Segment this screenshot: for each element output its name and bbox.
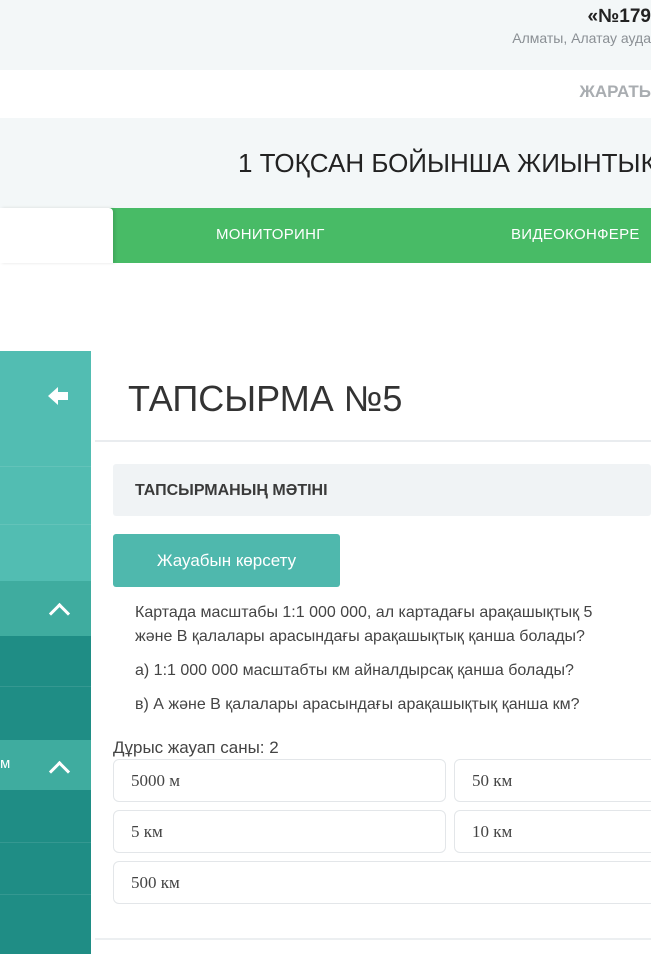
show-answer-button[interactable]: Жауабын көрсету	[113, 534, 340, 587]
question-line-2: және В қалалары арасындағы арақашықтық қ…	[135, 628, 585, 645]
task-title: ТАПСЫРМА №5	[128, 378, 403, 419]
sub-header-link[interactable]: ЖАРАТЬ	[579, 82, 651, 102]
answer-option[interactable]: 5000 м	[113, 759, 446, 802]
tab-monitoring[interactable]: МОНИТОРИНГ	[216, 226, 325, 243]
answer-option-label: 5000 м	[131, 771, 181, 790]
page-title: 1 ТОҚСАН БОЙЫНША ЖИЫНТЫК	[238, 148, 651, 178]
answer-option-label: 5 км	[131, 822, 163, 841]
sidebar-item-label: м	[0, 755, 11, 772]
sidebar-item-active[interactable]	[0, 740, 91, 790]
bottom-divider	[95, 938, 651, 940]
sidebar-divider	[0, 842, 91, 843]
sidebar-section-collapse[interactable]	[0, 581, 91, 636]
school-name: «№179	[587, 6, 651, 27]
sidebar-divider	[0, 466, 91, 467]
question-line-1: Картада масштабы 1:1 000 000, ал картада…	[135, 604, 593, 621]
answer-option[interactable]: 10 км	[454, 810, 651, 853]
school-address: Алматы, Алатау ауда	[512, 30, 651, 46]
answer-option-label: 10 км	[472, 822, 513, 841]
sub-question-a: а) 1:1 000 000 масштабты км айналдырсақ …	[135, 662, 574, 679]
answer-option-label: 50 км	[472, 771, 513, 790]
sub-header-strip	[0, 70, 651, 114]
answer-option-label: 500 км	[131, 873, 180, 892]
task-text-header: ТАПСЫРМАНЫҢ МӘТІНІ	[135, 482, 328, 499]
back-arrow-icon[interactable]	[44, 382, 72, 410]
tab-videoconference[interactable]: ВИДЕОКОНФЕРЕ	[511, 226, 640, 243]
answer-option[interactable]: 5 км	[113, 810, 446, 853]
sub-question-b: в) А және В қалалары арасындағы арақашық…	[135, 696, 580, 713]
tab-active[interactable]	[0, 208, 113, 263]
correct-answer-count: Дұрыс жауап саны: 2	[113, 738, 279, 757]
answer-option[interactable]: 50 км	[454, 759, 651, 802]
sidebar-divider	[0, 524, 91, 525]
title-divider	[95, 440, 651, 442]
answer-option[interactable]: 500 км	[113, 861, 651, 904]
sidebar-divider	[0, 894, 91, 895]
sidebar-divider	[0, 686, 91, 687]
